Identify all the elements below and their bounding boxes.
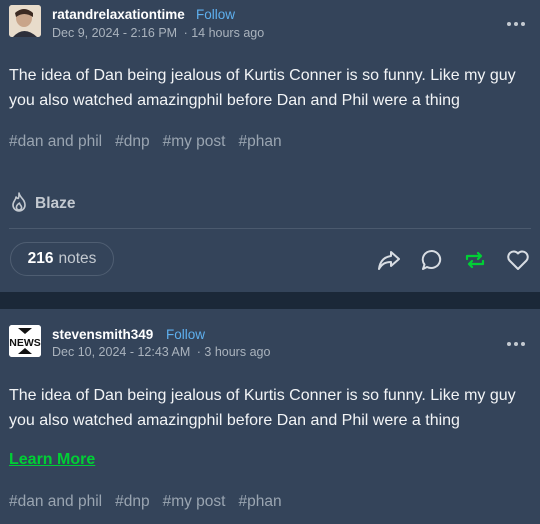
post-relative-time: · 3 hours ago xyxy=(196,345,271,359)
post-card: ratandrelaxationtime Follow Dec 9, 2024 … xyxy=(0,0,540,292)
tag-link[interactable]: #phan xyxy=(238,493,281,510)
share-icon[interactable] xyxy=(377,248,401,272)
more-options-icon[interactable] xyxy=(506,16,526,26)
tag-link[interactable]: #dan and phil xyxy=(9,133,102,150)
reply-icon[interactable] xyxy=(420,248,444,272)
avatar[interactable]: NEWS xyxy=(9,325,41,357)
avatar[interactable] xyxy=(9,5,41,37)
like-heart-icon[interactable] xyxy=(506,248,530,272)
post-card: NEWS stevensmith349 Follow Dec 10, 2024 … xyxy=(0,309,540,524)
flame-icon xyxy=(9,191,35,218)
blaze-button[interactable]: Blaze xyxy=(9,191,76,218)
post-body: The idea of Dan being jealous of Kurtis … xyxy=(9,67,516,109)
post-username[interactable]: ratandrelaxationtime xyxy=(52,7,185,22)
reblog-icon[interactable] xyxy=(463,248,487,272)
tag-list: #dan and phil #dnp #my post #phan xyxy=(9,493,295,511)
notes-count-button[interactable]: 216 notes xyxy=(10,242,114,276)
tag-link[interactable]: #dnp xyxy=(115,493,149,510)
post-timestamp[interactable]: Dec 9, 2024 - 2:16 PM xyxy=(52,26,177,40)
notes-label: notes xyxy=(58,250,97,267)
avatar-text: NEWS xyxy=(9,337,41,349)
more-options-icon[interactable] xyxy=(506,336,526,346)
learn-more-link[interactable]: Learn More xyxy=(9,451,95,469)
follow-button[interactable]: Follow xyxy=(196,7,235,22)
post-timestamp[interactable]: Dec 10, 2024 - 12:43 AM xyxy=(52,345,190,359)
post-date[interactable]: Dec 9, 2024 - 2:16 PM · 14 hours ago xyxy=(52,26,264,40)
tag-link[interactable]: #dan and phil xyxy=(9,493,102,510)
post-date[interactable]: Dec 10, 2024 - 12:43 AM · 3 hours ago xyxy=(52,345,270,359)
tag-link[interactable]: #my post xyxy=(163,133,226,150)
post-body: The idea of Dan being jealous of Kurtis … xyxy=(9,387,516,429)
post-actions xyxy=(358,246,530,274)
notes-count: 216 xyxy=(27,250,54,267)
tag-link[interactable]: #my post xyxy=(163,493,226,510)
tag-list: #dan and phil #dnp #my post #phan xyxy=(9,133,295,151)
follow-button[interactable]: Follow xyxy=(166,327,205,342)
tag-link[interactable]: #phan xyxy=(238,133,281,150)
tag-link[interactable]: #dnp xyxy=(115,133,149,150)
divider xyxy=(9,228,531,229)
post-username[interactable]: stevensmith349 xyxy=(52,327,153,342)
blaze-label: Blaze xyxy=(35,195,76,212)
post-relative-time: · 14 hours ago xyxy=(183,26,265,40)
